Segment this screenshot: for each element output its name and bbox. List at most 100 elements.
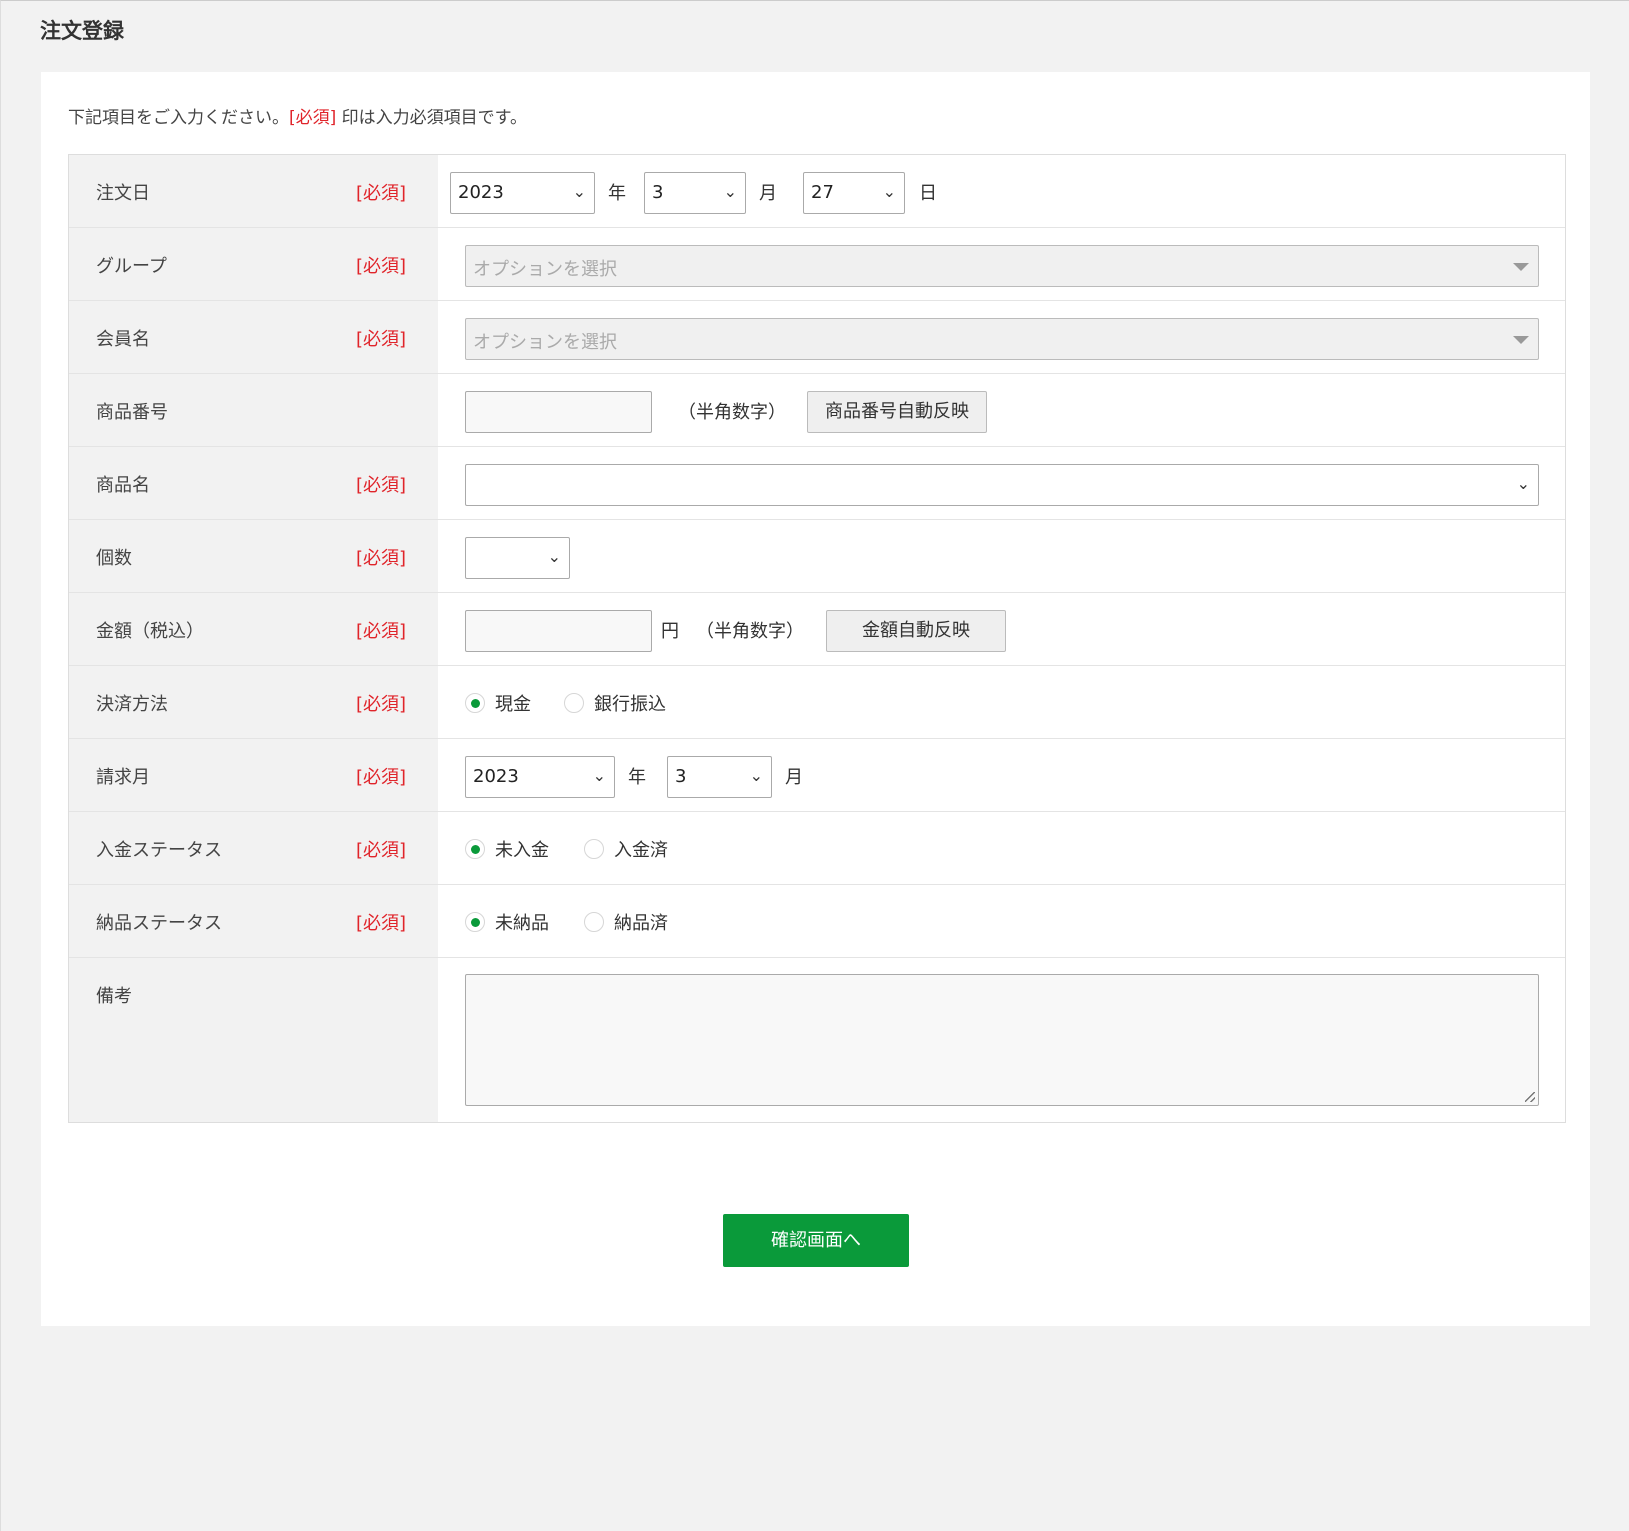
- radio-bank-transfer[interactable]: [564, 693, 584, 713]
- intro-before: 下記項目をご入力ください。: [68, 108, 289, 128]
- billing-year-value: 2023: [473, 766, 519, 787]
- product-number-auto-button[interactable]: 商品番号自動反映: [807, 391, 987, 433]
- amount-hint: （半角数字）: [696, 621, 804, 642]
- chevron-down-icon: ⌄: [723, 182, 737, 201]
- amount-label: 金額（税込）: [96, 621, 204, 642]
- product-number-input[interactable]: [465, 391, 652, 433]
- value-cell: 2023 ⌄ 年 3 ⌄ 月 27 ⌄ 日: [438, 155, 1565, 227]
- row-quantity: 個数 [必須] ⌄: [69, 520, 1565, 593]
- payment-status-label: 入金ステータス: [96, 840, 222, 861]
- label-cell: 商品名 [必須]: [69, 447, 438, 519]
- day-unit: 日: [919, 183, 937, 204]
- order-year-select[interactable]: 2023 ⌄: [450, 172, 595, 214]
- billing-month-value: 3: [675, 766, 687, 787]
- order-month-value: 3: [652, 182, 664, 203]
- row-billing-month: 請求月 [必須] 2023 ⌄ 年 3 ⌄ 月: [69, 739, 1565, 812]
- billing-month-select[interactable]: 3 ⌄: [667, 756, 772, 798]
- chevron-down-icon: ⌄: [749, 766, 763, 785]
- remarks-textarea[interactable]: [465, 974, 1539, 1106]
- value-cell: （半角数字） 商品番号自動反映: [438, 374, 1565, 446]
- radio-delivered-label[interactable]: 納品済: [614, 909, 668, 935]
- resize-grip-icon[interactable]: [1525, 1092, 1535, 1102]
- row-product-number: 商品番号 （半角数字） 商品番号自動反映: [69, 374, 1565, 447]
- chevron-down-icon: ⌄: [572, 182, 586, 201]
- row-order-date: 注文日 [必須] 2023 ⌄ 年 3 ⌄ 月 27 ⌄ 日: [69, 155, 1565, 228]
- group-placeholder: オプションを選択: [473, 259, 617, 280]
- required-badge: [必須]: [356, 256, 407, 277]
- product-number-hint: （半角数字）: [678, 402, 786, 423]
- delivery-status-label: 納品ステータス: [96, 913, 222, 934]
- radio-paid[interactable]: [584, 839, 604, 859]
- radio-cash[interactable]: [465, 693, 485, 713]
- order-day-value: 27: [811, 182, 834, 203]
- chevron-down-icon: ⌄: [882, 182, 896, 201]
- chevron-down-icon: ⌄: [592, 766, 606, 785]
- member-name-placeholder: オプションを選択: [473, 332, 617, 353]
- label-cell: 入金ステータス [必須]: [69, 812, 438, 884]
- radio-bank-transfer-label[interactable]: 銀行振込: [594, 690, 666, 716]
- label-cell: 個数 [必須]: [69, 520, 438, 592]
- radio-undelivered-label[interactable]: 未納品: [495, 909, 549, 935]
- confirm-button[interactable]: 確認画面へ: [723, 1214, 909, 1267]
- chevron-down-icon: ⌄: [1516, 474, 1530, 493]
- quantity-select[interactable]: ⌄: [465, 537, 570, 579]
- product-name-select[interactable]: ⌄: [465, 464, 1539, 506]
- payment-method-label: 決済方法: [96, 694, 168, 715]
- label-cell: 納品ステータス [必須]: [69, 885, 438, 957]
- triangle-down-icon: [1513, 336, 1529, 344]
- order-date-label: 注文日: [96, 183, 150, 204]
- order-year-value: 2023: [458, 182, 504, 203]
- row-product-name: 商品名 [必須] ⌄: [69, 447, 1565, 520]
- year-unit: 年: [628, 767, 646, 788]
- radio-cash-label[interactable]: 現金: [495, 690, 531, 716]
- triangle-down-icon: [1513, 263, 1529, 271]
- value-cell: オプションを選択: [438, 301, 1565, 373]
- row-member-name: 会員名 [必須] オプションを選択: [69, 301, 1565, 374]
- label-cell: グループ [必須]: [69, 228, 438, 300]
- label-cell: 注文日 [必須]: [69, 155, 438, 227]
- label-cell: 商品番号: [69, 374, 438, 446]
- month-unit: 月: [759, 183, 777, 204]
- order-month-select[interactable]: 3 ⌄: [644, 172, 746, 214]
- amount-input[interactable]: [465, 610, 652, 652]
- row-payment-status: 入金ステータス [必須] 未入金 入金済: [69, 812, 1565, 885]
- intro-text: 下記項目をご入力ください。[必須] 印は入力必須項目です。: [68, 103, 527, 128]
- label-cell: 金額（税込） [必須]: [69, 593, 438, 665]
- required-badge: [必須]: [356, 694, 407, 715]
- member-name-label: 会員名: [96, 329, 150, 350]
- product-number-label: 商品番号: [96, 402, 168, 423]
- radio-paid-label[interactable]: 入金済: [614, 836, 668, 862]
- radio-delivered[interactable]: [584, 912, 604, 932]
- required-badge: [必須]: [356, 183, 407, 204]
- radio-unpaid[interactable]: [465, 839, 485, 859]
- label-cell: 請求月 [必須]: [69, 739, 438, 811]
- amount-auto-button[interactable]: 金額自動反映: [826, 610, 1006, 652]
- label-cell: 決済方法 [必須]: [69, 666, 438, 738]
- member-name-select[interactable]: オプションを選択: [465, 318, 1539, 360]
- month-unit: 月: [785, 767, 803, 788]
- group-select[interactable]: オプションを選択: [465, 245, 1539, 287]
- required-badge: [必須]: [356, 767, 407, 788]
- form-card: 下記項目をご入力ください。[必須] 印は入力必須項目です。 注文日 [必須] 2…: [41, 72, 1590, 1326]
- intro-required-mark: [必須]: [289, 108, 337, 128]
- product-name-label: 商品名: [96, 475, 150, 496]
- row-amount: 金額（税込） [必須] 円 （半角数字） 金額自動反映: [69, 593, 1565, 666]
- value-cell: [438, 958, 1565, 1122]
- required-badge: [必須]: [356, 475, 407, 496]
- radio-undelivered[interactable]: [465, 912, 485, 932]
- value-cell: ⌄: [438, 520, 1565, 592]
- value-cell: ⌄: [438, 447, 1565, 519]
- required-badge: [必須]: [356, 913, 407, 934]
- radio-unpaid-label[interactable]: 未入金: [495, 836, 549, 862]
- chevron-down-icon: ⌄: [547, 547, 561, 566]
- remarks-label: 備考: [96, 986, 132, 1007]
- order-day-select[interactable]: 27 ⌄: [803, 172, 905, 214]
- value-cell: 未納品 納品済: [438, 885, 1565, 957]
- row-payment-method: 決済方法 [必須] 現金 銀行振込: [69, 666, 1565, 739]
- required-badge: [必須]: [356, 621, 407, 642]
- order-form-table: 注文日 [必須] 2023 ⌄ 年 3 ⌄ 月 27 ⌄ 日 グループ [必須]…: [68, 154, 1566, 1123]
- row-remarks: 備考: [69, 958, 1565, 1122]
- billing-month-label: 請求月: [96, 767, 150, 788]
- value-cell: 2023 ⌄ 年 3 ⌄ 月: [438, 739, 1565, 811]
- billing-year-select[interactable]: 2023 ⌄: [465, 756, 615, 798]
